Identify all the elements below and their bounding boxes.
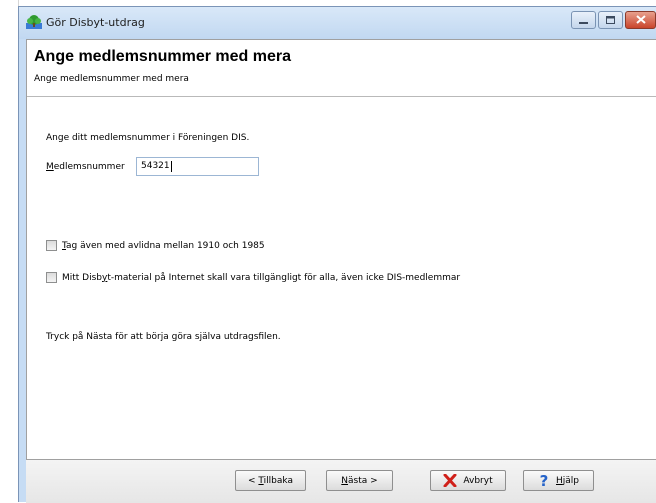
- member-label-rest: edlemsnummer: [53, 162, 125, 172]
- svg-text:?: ?: [540, 473, 549, 488]
- wizard-header: Ange medlemsnummer med mera Ange medlems…: [27, 40, 656, 97]
- public-material-label-start: Mitt Disb: [62, 272, 103, 283]
- include-deceased-checkbox[interactable]: [46, 240, 57, 251]
- help-rest: jälp: [562, 475, 579, 486]
- page-title: Ange medlemsnummer med mera: [34, 48, 291, 65]
- left-background-strip: [0, 0, 19, 502]
- include-deceased-checkbox-row[interactable]: Tag även med avlidna mellan 1910 och 198…: [46, 240, 265, 251]
- text-caret: [170, 161, 172, 172]
- page-subtitle: Ange medlemsnummer med mera: [34, 74, 189, 84]
- public-material-checkbox-row[interactable]: Mitt Disbyt-material på Internet skall v…: [46, 272, 460, 283]
- member-label-accelerator: M: [46, 162, 54, 172]
- next-button[interactable]: Nästa >: [326, 470, 393, 491]
- wizard-footer: < Tillbaka Nästa > Avbryt ? Hjälp: [26, 460, 656, 503]
- wizard-content: Ange medlemsnummer med mera Ange medlems…: [26, 39, 656, 460]
- window-title: Gör Disbyt-utdrag: [46, 16, 145, 29]
- red-x-icon: [443, 474, 457, 487]
- back-rest: illbaka: [263, 475, 293, 486]
- member-number-input[interactable]: 54321: [136, 157, 259, 176]
- member-number-label: Medlemsnummer: [46, 162, 125, 172]
- title-bar[interactable]: Gör Disbyt-utdrag: [19, 7, 656, 39]
- next-button-label: Nästa >: [341, 476, 377, 486]
- public-material-label: Mitt Disbyt-material på Internet skall v…: [62, 273, 460, 283]
- minimize-button[interactable]: [571, 11, 596, 29]
- wizard-window: Gör Disbyt-utdrag Ange medlemsnummer med…: [18, 6, 656, 503]
- back-button[interactable]: < Tillbaka: [235, 470, 306, 491]
- instruction-text: Tryck på Nästa för att börja göra själva…: [46, 332, 281, 342]
- back-button-label: < Tillbaka: [248, 476, 293, 486]
- tree-app-icon: [26, 15, 42, 29]
- help-label: Hjälp: [556, 476, 579, 486]
- help-accelerator: H: [555, 475, 563, 486]
- member-number-value: 54321: [141, 161, 170, 171]
- close-icon: [635, 14, 646, 27]
- close-button[interactable]: [625, 11, 656, 29]
- next-rest: ästa >: [348, 475, 378, 486]
- back-prefix: <: [248, 475, 259, 486]
- help-button[interactable]: ? Hjälp: [523, 470, 594, 491]
- public-material-label-end: t-material på Internet skall vara tillgä…: [107, 272, 461, 283]
- maximize-button[interactable]: [598, 11, 623, 29]
- include-deceased-label-rest: ag även med avlidna mellan 1910 och 1985: [66, 240, 265, 251]
- maximize-icon: [606, 14, 615, 27]
- cancel-button[interactable]: Avbryt: [430, 470, 506, 491]
- intro-text: Ange ditt medlemsnummer i Föreningen DIS…: [46, 133, 250, 143]
- cancel-label: Avbryt: [463, 475, 493, 486]
- include-deceased-label: Tag även med avlidna mellan 1910 och 198…: [62, 241, 265, 251]
- minimize-icon: [579, 14, 588, 27]
- question-mark-icon: ?: [538, 473, 550, 488]
- public-material-checkbox[interactable]: [46, 272, 57, 283]
